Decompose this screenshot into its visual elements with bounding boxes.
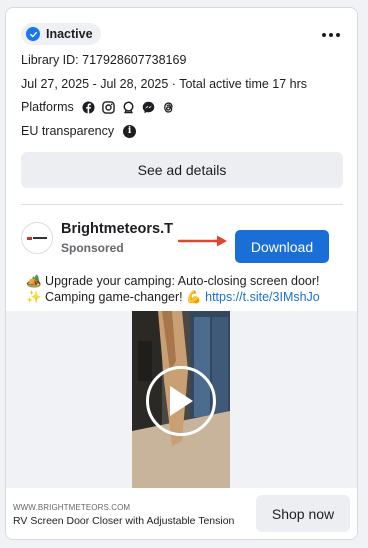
advertiser-logo-icon bbox=[27, 236, 47, 241]
sponsored-label: Sponsored bbox=[61, 241, 124, 255]
ad-link[interactable]: https://t.site/3IMshJo bbox=[205, 290, 320, 304]
ad-video[interactable] bbox=[132, 311, 230, 488]
shop-now-button[interactable]: Shop now bbox=[256, 495, 350, 532]
facebook-icon bbox=[82, 100, 95, 114]
library-id: Library ID: 717928607738169 bbox=[21, 53, 187, 67]
status-label: Inactive bbox=[46, 27, 93, 41]
ad-media bbox=[6, 311, 357, 488]
status-badge: Inactive bbox=[21, 23, 101, 45]
ad-text-line-1: 🏕️ Upgrade your camping: Auto-closing sc… bbox=[26, 274, 320, 288]
divider bbox=[21, 204, 343, 205]
play-icon[interactable] bbox=[146, 366, 216, 436]
cta-bar: WWW.BRIGHTMETEORS.COM RV Screen Door Clo… bbox=[6, 488, 357, 539]
messenger-icon bbox=[142, 101, 155, 114]
eu-transparency-label: EU transparency bbox=[21, 124, 115, 138]
info-icon[interactable]: i bbox=[123, 124, 137, 138]
ad-text-line-2-prefix: ✨ Camping game-changer! 💪 bbox=[26, 290, 206, 304]
eu-transparency-row: EU transparency i bbox=[21, 124, 137, 138]
date-range: Jul 27, 2025 - Jul 28, 2025 · Total acti… bbox=[21, 77, 308, 91]
platforms-row: Platforms bbox=[21, 100, 175, 114]
download-button[interactable]: Download bbox=[235, 230, 329, 263]
audience-network-icon bbox=[122, 101, 135, 114]
platforms-label: Platforms bbox=[21, 100, 74, 114]
ad-domain: WWW.BRIGHTMETEORS.COM bbox=[13, 503, 131, 512]
ad-card: Inactive Library ID: 717928607738169 Jul… bbox=[5, 7, 358, 540]
avatar[interactable] bbox=[21, 222, 53, 254]
threads-icon bbox=[162, 101, 175, 114]
more-options-icon[interactable] bbox=[319, 28, 343, 42]
check-circle-icon bbox=[26, 27, 40, 41]
product-title: RV Screen Door Closer with Adjustable Te… bbox=[13, 515, 235, 527]
instagram-icon bbox=[102, 100, 115, 114]
see-ad-details-button[interactable]: See ad details bbox=[21, 152, 343, 188]
red-arrow-annotation bbox=[177, 235, 227, 247]
ad-text-line-2: ✨ Camping game-changer! 💪 https://t.site… bbox=[26, 289, 346, 305]
ad-body-text: 🏕️ Upgrade your camping: Auto-closing sc… bbox=[26, 273, 346, 305]
advertiser-name[interactable]: Brightmeteors.T bbox=[61, 221, 173, 237]
